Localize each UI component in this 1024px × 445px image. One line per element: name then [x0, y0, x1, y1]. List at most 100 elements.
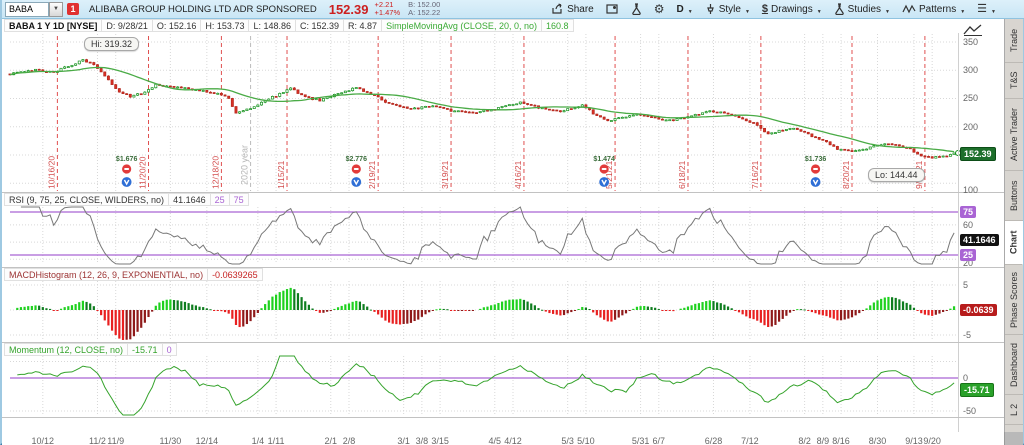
company-name: ALIBABA GROUP HOLDING LTD ADR SPONSORED [89, 3, 317, 15]
top-toolbar: ▼ 1 ALIBABA GROUP HOLDING LTD ADR SPONSO… [2, 0, 1024, 19]
macd-panel-header: MACDHistogram (12, 26, 9, EXPONENTIAL, n… [4, 268, 263, 281]
drawings-icon: $ [761, 3, 769, 15]
rsi-level-high: 75 [229, 193, 249, 206]
dividend-marker[interactable]: $2.776 [346, 156, 368, 187]
x-axis-label: 5/3 [561, 436, 574, 445]
toolbar-button-label: Patterns [918, 3, 957, 15]
ohlc-close: C: 152.39 [296, 19, 345, 32]
momentum-study-label[interactable]: Momentum (12, CLOSE, no) [4, 343, 129, 356]
ohlc-high: H: 153.73 [201, 19, 250, 32]
macd-histogram [16, 287, 956, 340]
x-axis-label: 8/16 [832, 436, 850, 445]
tab-phase-scores[interactable]: Phase Scores [1005, 265, 1023, 335]
x-axis-label: 9/13 [905, 436, 923, 445]
low-marker-bubble: Lo: 144.44 [868, 168, 925, 182]
rsi-value-badge: 41.1646 [960, 234, 999, 246]
flask-button[interactable] [626, 1, 647, 17]
dividend-marker[interactable]: $1.676 [116, 156, 138, 187]
svg-text:$2.776: $2.776 [346, 156, 368, 163]
x-axis-label: 10/12 [31, 436, 55, 445]
chevron-down-icon: ▼ [744, 9, 750, 15]
x-axis-label: 7/12 [741, 436, 759, 445]
style-button[interactable]: Style ▼ [700, 1, 755, 17]
d-button[interactable]: D ▼ [672, 1, 698, 17]
alerts-badge[interactable]: 1 [67, 3, 79, 15]
menu-button[interactable]: ☰ ▼ [972, 1, 1001, 17]
bid-ask: B: 152.00 A: 152.22 [408, 1, 440, 17]
momentum-panel-header: Momentum (12, CLOSE, no) -15.71 0 [4, 343, 177, 356]
gear-button[interactable]: ⚙ [649, 1, 670, 17]
toolbar-button-label: Studies [847, 3, 882, 15]
x-axis-label: 1/11 [267, 436, 285, 445]
momentum-zero-level: 0 [162, 343, 177, 356]
x-axis: 10/12 11/2 11/9 11/30 12/14 1/4 1/11 2/1 2/8 3/1 3… [2, 436, 1007, 445]
price-tick-250: 250 [963, 93, 979, 103]
snapshot-icon [606, 3, 619, 15]
x-axis-label: 11/30 [159, 436, 182, 445]
macd-value-badge: -0.0639 [960, 304, 997, 316]
corporate-action-markers: $1.676 $2.776 $1.474 $1.736 [116, 156, 826, 187]
candlesticks [8, 58, 956, 159]
svg-text:2/19/21: 2/19/21 [367, 160, 377, 189]
sma-line [9, 66, 955, 153]
tab-chart[interactable]: Chart [1005, 221, 1023, 265]
svg-text:12/18/20: 12/18/20 [210, 156, 220, 189]
symbol-input[interactable] [5, 1, 49, 17]
dividend-marker[interactable]: $1.736 [805, 156, 827, 187]
chevron-down-icon: ▼ [687, 9, 693, 15]
price-tick-100: 100 [963, 185, 979, 195]
svg-text:1/15/21: 1/15/21 [276, 160, 286, 189]
rsi-study-label[interactable]: RSI (9, 75, 25, CLOSE, WILDERS, no) [4, 193, 170, 206]
tab-t-s[interactable]: T&S [1005, 63, 1023, 99]
toolbar-button-label: Style [718, 3, 741, 15]
toolbar-button-label: D [676, 3, 684, 15]
trading-platform-window: ▼ 1 ALIBABA GROUP HOLDING LTD ADR SPONSO… [0, 0, 1024, 445]
rsi-75-badge: 75 [960, 206, 977, 218]
tab-dashboard[interactable]: Dashboard [1005, 335, 1023, 395]
x-axis-label: 8/30 [868, 436, 887, 445]
toolbar-button-label: Share [567, 3, 594, 15]
sma-study-label[interactable]: SimpleMovingAvg (CLOSE, 20, 0, no) [382, 19, 542, 32]
studies-button[interactable]: Studies ▼ [829, 1, 895, 17]
patterns-button[interactable]: Patterns ▼ [897, 1, 970, 17]
rsi-panel-header: RSI (9, 75, 25, CLOSE, WILDERS, no) 41.1… [4, 193, 249, 206]
svg-text:4/16/21: 4/16/21 [513, 160, 523, 189]
tab-buttons[interactable]: Buttons [1005, 171, 1023, 221]
trendline-tool-icon[interactable] [962, 23, 984, 37]
symbol-dropdown-button[interactable]: ▼ [49, 1, 63, 17]
price-tick-300: 300 [963, 65, 979, 75]
chart-title[interactable]: BABA 1 Y 1D [NYSE] [4, 19, 103, 32]
x-axis-label: 9/20 [923, 436, 941, 445]
resize-corner[interactable] [1004, 432, 1023, 445]
x-axis-label: 6/28 [704, 436, 723, 445]
tab-active-trader[interactable]: Active Trader [1005, 99, 1023, 171]
chart-canvas[interactable]: 10/16/20 11/20/20 12/18/20 1/15/21 2/19/21 3/… [2, 19, 1007, 445]
drawings-button[interactable]: $ Drawings ▼ [757, 1, 827, 17]
tab-trade[interactable]: Trade [1005, 19, 1023, 63]
share-button[interactable]: Share [546, 1, 599, 17]
last-price-axis-badge: 152.39 [960, 147, 996, 161]
toolbar-buttons: Share ⚙ D ▼ Style ▼ $ Drawings ▼ Studies ▼ Patterns… [546, 1, 1021, 17]
svg-text:7/16/21: 7/16/21 [750, 160, 760, 189]
expiration-lines: 10/16/20 11/20/20 12/18/20 1/15/21 2/19/21 3/… [46, 36, 926, 191]
svg-text:$1.474: $1.474 [593, 156, 615, 163]
price-change: +2.21 +1.47% [374, 1, 400, 17]
macd-study-value: -0.0639265 [208, 268, 263, 281]
macd-study-label[interactable]: MACDHistogram (12, 26, 9, EXPONENTIAL, n… [4, 268, 209, 281]
toolbar-button-label: Drawings [771, 3, 813, 15]
patterns-icon [902, 3, 916, 15]
momentum-line [17, 355, 955, 416]
x-axis-label: 8/9 [816, 436, 830, 445]
share-icon [551, 3, 564, 15]
rsi-tick-60: 60 [963, 220, 974, 230]
x-axis-label: 11/2 [89, 436, 106, 445]
sma-study-value: 160.8 [541, 19, 574, 32]
svg-text:11/20/20: 11/20/20 [138, 156, 148, 189]
macd-tick-5: 5 [963, 280, 969, 290]
change-percent: +1.47% [374, 8, 401, 17]
ohlc-range: R: 4.87 [344, 19, 383, 32]
tab-l-2[interactable]: L 2 [1005, 395, 1023, 425]
snapshot-button[interactable] [601, 1, 624, 17]
chevron-down-icon: ▼ [991, 9, 996, 15]
svg-text:$1.736: $1.736 [805, 156, 827, 163]
